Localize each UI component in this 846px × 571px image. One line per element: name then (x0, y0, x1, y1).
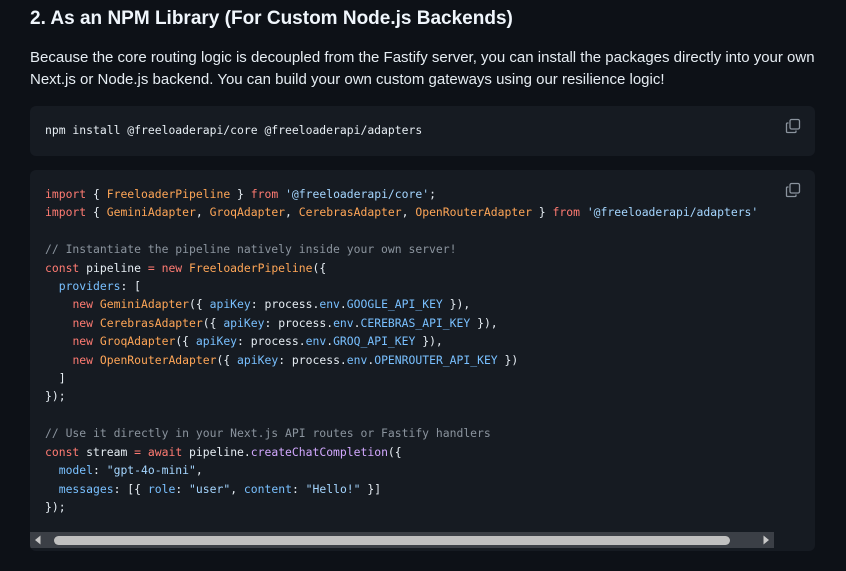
copy-icon (785, 182, 801, 198)
code-line: import { FreeloaderPipeline } from '@fre… (45, 187, 436, 201)
code-line: messages: [{ role: "user", content: "Hel… (58, 481, 382, 496)
content-section: 2. As an NPM Library (For Custom Node.js… (30, 0, 815, 571)
install-code-block: npm install @freeloaderapi/core @freeloa… (30, 106, 815, 156)
scrollbar-thumb[interactable] (54, 536, 730, 545)
install-command-text: npm install @freeloaderapi/core @freeloa… (45, 123, 423, 137)
code-line: model: "gpt-4o-mini", (58, 463, 203, 478)
horizontal-scrollbar[interactable] (30, 532, 774, 548)
chevron-left-icon (35, 535, 41, 545)
code-line: import { GeminiAdapter, GroqAdapter, Cer… (45, 205, 759, 220)
usage-code-block: import { FreeloaderPipeline } from '@fre… (30, 170, 815, 551)
code-comment: // Instantiate the pipeline natively ins… (45, 242, 457, 257)
code-line: ] (45, 371, 66, 386)
copy-install-button[interactable] (785, 118, 801, 134)
code-line: new GroqAdapter({ apiKey: process.env.GR… (72, 334, 443, 349)
usage-code[interactable]: import { FreeloaderPipeline } from '@fre… (45, 185, 758, 516)
code-line: }); (45, 499, 66, 514)
code-line: new CerebrasAdapter({ apiKey: process.en… (72, 315, 498, 330)
copy-icon (785, 118, 801, 134)
code-line: const stream = await pipeline.createChat… (45, 444, 402, 459)
code-line: }); (45, 389, 66, 404)
code-comment: // Use it directly in your Next.js API r… (45, 426, 491, 441)
code-line: providers: [ (58, 279, 142, 294)
copy-code-button[interactable] (785, 182, 801, 198)
section-heading: 2. As an NPM Library (For Custom Node.js… (30, 8, 513, 29)
code-line: const pipeline = new FreeloaderPipeline(… (45, 260, 327, 275)
code-line: new OpenRouterAdapter({ apiKey: process.… (72, 352, 519, 367)
install-command[interactable]: npm install @freeloaderapi/core @freeloa… (45, 121, 422, 139)
chevron-right-icon (763, 535, 769, 545)
section-description: Because the core routing logic is decoup… (30, 49, 815, 88)
code-line: new GeminiAdapter({ apiKey: process.env.… (72, 297, 471, 312)
scroll-left-button[interactable] (30, 532, 46, 548)
scroll-right-button[interactable] (758, 532, 774, 548)
